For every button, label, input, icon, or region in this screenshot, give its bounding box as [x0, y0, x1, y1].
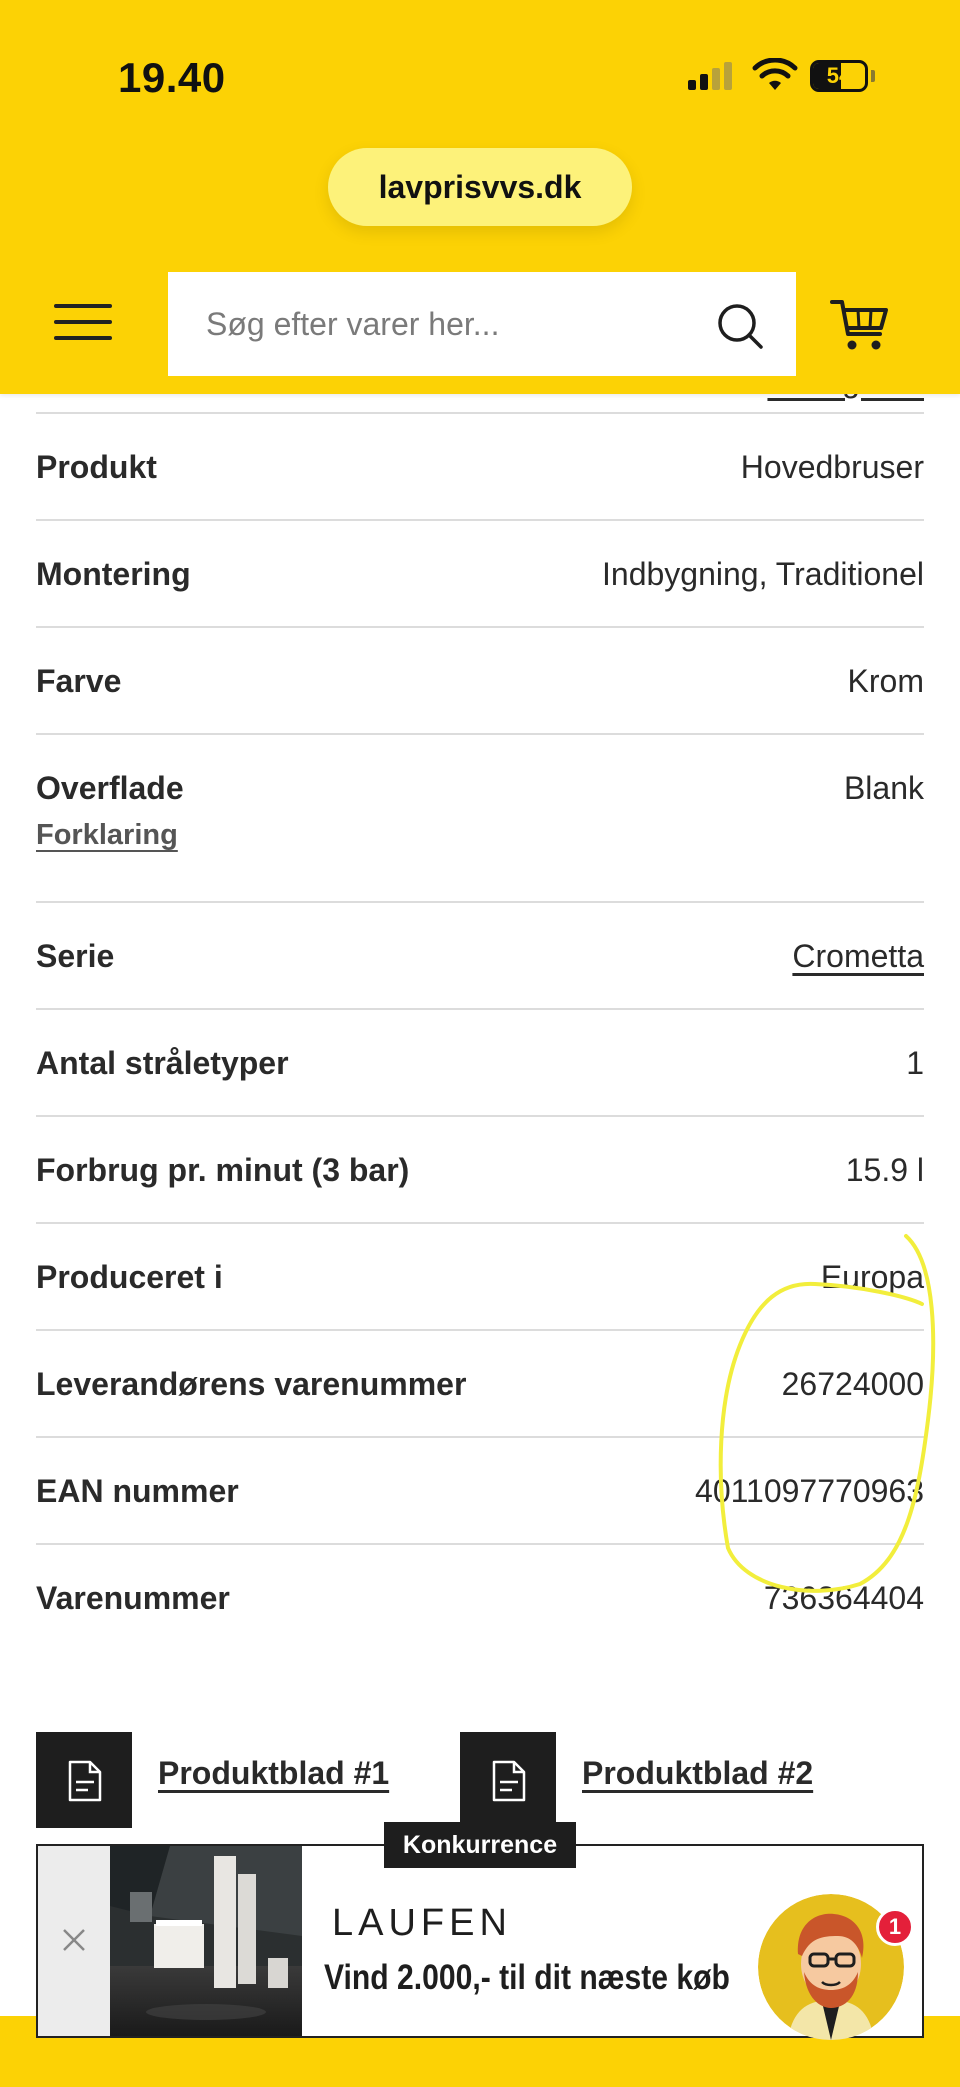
signal-icon	[686, 58, 736, 94]
spec-label: Produkt	[36, 449, 157, 485]
spec-label: Varenummer	[36, 1580, 230, 1616]
spec-row-produkt: Produkt Hovedbruser	[36, 414, 924, 521]
produktblad-label[interactable]: Produktblad #2	[582, 1732, 813, 1828]
search-input[interactable]	[206, 272, 706, 376]
spec-label: Produceret i	[36, 1259, 223, 1295]
spec-label: EAN nummer	[36, 1473, 239, 1509]
spec-value: 736364404	[763, 1580, 924, 1616]
spec-value: Hovedbruser	[740, 449, 924, 485]
spec-label: Antal stråletyper	[36, 1045, 289, 1081]
spec-value: Europa	[820, 1259, 924, 1295]
cart-icon[interactable]	[830, 296, 890, 354]
spec-label: Leverandørens varenummer	[36, 1366, 467, 1402]
spec-row-varenummer: Varenummer 736364404	[36, 1545, 924, 1652]
wifi-icon	[752, 58, 798, 90]
url-bar[interactable]: lavprisvvs.dk	[328, 148, 632, 226]
spec-value: 26724000	[781, 1366, 924, 1402]
notification-badge: 1	[876, 1908, 914, 1946]
hamburger-menu-icon[interactable]	[54, 296, 114, 348]
laufen-logo: LAUFEN	[332, 1902, 512, 1944]
spec-value-series-link[interactable]: Crometta	[792, 903, 924, 1010]
forklaring-link[interactable]: Forklaring	[36, 819, 178, 852]
battery-percent: 54	[826, 63, 852, 88]
spec-value: 1	[906, 1045, 924, 1081]
product-downloads: Produktblad #1 Produktblad #2	[36, 1732, 924, 1828]
search-icon[interactable]	[716, 302, 764, 350]
bathroom-product-image	[110, 1846, 302, 2036]
spec-value: Indbygning, Traditionel	[602, 556, 924, 592]
spec-row-ean: EAN nummer 4011097770963	[36, 1438, 924, 1545]
spec-row-montering: Montering Indbygning, Traditionel	[36, 521, 924, 628]
spec-row-forbrug: Forbrug pr. minut (3 bar) 15.9 l	[36, 1117, 924, 1224]
produktblad-2-link[interactable]: Produktblad #2	[460, 1732, 880, 1828]
spec-value: 15.9 l	[845, 1152, 924, 1188]
site-header: 19.40 54 lavprisvvs.dk	[0, 0, 960, 394]
competition-badge: Konkurrence	[384, 1822, 576, 1868]
close-icon[interactable]	[38, 1846, 110, 2036]
battery-tip	[871, 70, 875, 82]
spec-label: Serie	[36, 938, 115, 974]
spec-row-serie: Serie Crometta	[36, 903, 924, 1010]
spec-value: Blank	[843, 770, 924, 806]
spec-label: Forbrug pr. minut (3 bar)	[36, 1152, 410, 1188]
product-spec-table: Mærke Hansgrohe Produkt Hovedbruser Mont…	[36, 363, 924, 1652]
document-icon	[36, 1732, 132, 1828]
spec-row-leverandoer-varenummer: Leverandørens varenummer 26724000	[36, 1331, 924, 1438]
spec-row-antal-straaletyper: Antal stråletyper 1	[36, 1010, 924, 1117]
promo-text[interactable]: Vind 2.000,- til dit næste køb	[324, 1958, 823, 1998]
spec-value: Krom	[847, 663, 924, 699]
produktblad-1-link[interactable]: Produktblad #1	[36, 1732, 416, 1828]
search-box[interactable]	[168, 272, 796, 376]
battery-icon: 54	[810, 60, 868, 92]
spec-row-farve: Farve Krom	[36, 628, 924, 735]
spec-row-produceret-i: Produceret i Europa	[36, 1224, 924, 1331]
produktblad-label[interactable]: Produktblad #1	[158, 1732, 389, 1828]
status-time: 19.40	[118, 54, 226, 101]
spec-label: Montering	[36, 556, 191, 592]
spec-label: Farve	[36, 663, 122, 699]
document-icon	[460, 1732, 556, 1828]
spec-row-overflade: Overflade Blank Forklaring	[36, 735, 924, 903]
spec-value: 4011097770963	[695, 1473, 924, 1509]
